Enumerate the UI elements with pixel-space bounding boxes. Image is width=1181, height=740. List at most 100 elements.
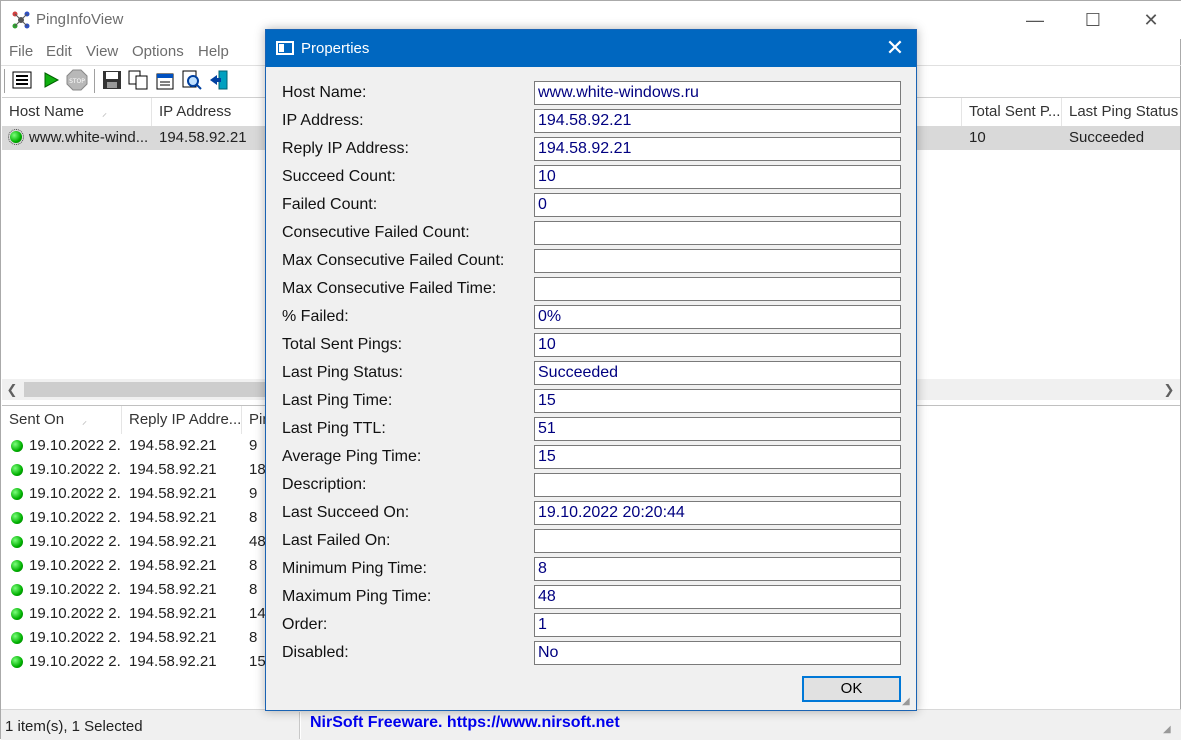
ok-button[interactable]: OK [802,676,901,702]
cell-reply-ip: 194.58.92.21 [129,461,217,478]
cell-sent-on: 19.10.2022 2... [29,485,122,502]
minimize-button[interactable]: — [1006,1,1064,39]
svg-text:STOP: STOP [69,78,85,85]
cell-total-sent: 10 [969,129,986,146]
field-last-succeed-on[interactable]: 19.10.2022 20:20:44 [534,501,901,525]
label-minimum-ping-time: Minimum Ping Time: [282,560,427,577]
maximize-button[interactable]: ☐ [1064,1,1122,39]
field-average-ping-time[interactable]: 15 [534,445,901,469]
field-failed-count[interactable]: 0 [534,193,901,217]
menu-options[interactable]: Options [132,43,184,60]
field-disabled[interactable]: No [534,641,901,665]
label-last-failed-on: Last Failed On: [282,532,391,549]
menu-edit[interactable]: Edit [46,43,72,60]
start-icon[interactable] [40,69,62,91]
cell-reply-ip: 194.58.92.21 [129,605,217,622]
nirsoft-link[interactable]: NirSoft Freeware. https://www.nirsoft.ne… [310,714,620,732]
field-reply-ip-address[interactable]: 194.58.92.21 [534,137,901,161]
label-description: Description: [282,476,367,493]
label-average-ping-time: Average Ping Time: [282,448,422,465]
field-last-ping-time[interactable]: 15 [534,389,901,413]
cell-ip-address: 194.58.92.21 [159,129,247,146]
label-max-consecutive-failed-count: Max Consecutive Failed Count: [282,252,505,269]
column-header-total-sent[interactable]: Total Sent P... [962,98,1062,126]
label-max-consecutive-failed-time: Max Consecutive Failed Time: [282,280,497,297]
cell-reply-ip: 194.58.92.21 [129,533,217,550]
status-items-count: 1 item(s), 1 Selected [5,718,143,735]
save-icon[interactable] [101,69,123,91]
label-failed-count: Failed Count: [282,196,378,213]
cell-sent-on: 19.10.2022 2... [29,629,122,646]
label-order: Order: [282,616,328,633]
label-last-succeed-on: Last Succeed On: [282,504,410,521]
field-last-ping-ttl[interactable]: 51 [534,417,901,441]
sort-icon: ⸝ [102,108,108,119]
label-last-ping-ttl: Last Ping TTL: [282,420,386,437]
scroll-left-icon[interactable]: ❮ [2,379,22,400]
cell-reply-ip: 194.58.92.21 [129,557,217,574]
cell-reply-ip: 194.58.92.21 [129,509,217,526]
label-consecutive-failed-count: Consecutive Failed Count: [282,224,470,241]
label-last-ping-time: Last Ping Time: [282,392,393,409]
cell-reply-ip: 194.58.92.21 [129,653,217,670]
cell-reply-ip: 194.58.92.21 [129,437,217,454]
field-percent-failed[interactable]: 0% [534,305,901,329]
stop-icon[interactable]: STOP [66,69,88,91]
dialog-title-bar[interactable]: Properties ✕ [266,30,916,67]
label-total-sent-pings: Total Sent Pings: [282,336,403,353]
field-host-name[interactable]: www.white-windows.ru [534,81,901,105]
label-host-name: Host Name: [282,84,367,101]
column-header-host-name[interactable]: Host Name ⸝ [2,98,152,126]
cell-sent-on: 19.10.2022 2... [29,557,122,574]
cell-reply-ip: 194.58.92.21 [129,581,217,598]
field-max-consecutive-failed-count[interactable] [534,249,901,273]
field-order[interactable]: 1 [534,613,901,637]
field-max-consecutive-failed-time[interactable] [534,277,901,301]
column-header-reply-ip[interactable]: Reply IP Addre... [122,406,242,434]
list-icon[interactable] [11,69,33,91]
cell-sent-on: 19.10.2022 2... [29,437,122,454]
resize-grip-icon[interactable]: ◢ [902,696,916,710]
close-icon[interactable]: ✕ [878,33,912,63]
field-description[interactable] [534,473,901,497]
label-succeed-count: Succeed Count: [282,168,396,185]
cell-sent-on: 19.10.2022 2... [29,533,122,550]
close-button[interactable]: ✕ [1122,1,1180,39]
resize-grip-icon[interactable]: ◢ [1163,724,1177,738]
field-minimum-ping-time[interactable]: 8 [534,557,901,581]
menu-file[interactable]: File [9,43,33,60]
menu-help[interactable]: Help [198,43,229,60]
cell-sent-on: 19.10.2022 2... [29,461,122,478]
find-icon[interactable] [181,69,203,91]
label-percent-failed: % Failed: [282,308,349,325]
cell-last-ping-status: Succeeded [1069,129,1145,146]
field-last-failed-on[interactable] [534,529,901,553]
toolbar-separator [94,69,96,93]
window-icon [276,41,294,55]
cell-sent-on: 19.10.2022 2... [29,653,122,670]
menu-view[interactable]: View [86,43,118,60]
cell-sent-on: 19.10.2022 2... [29,581,122,598]
field-last-ping-status[interactable]: Succeeded [534,361,901,385]
column-header-sent-on[interactable]: Sent On ⸝ [2,406,122,434]
field-consecutive-failed-count[interactable] [534,221,901,245]
label-reply-ip-address: Reply IP Address: [282,140,409,157]
app-icon [12,11,30,29]
column-header-last-ping-status[interactable]: Last Ping Status [1062,98,1180,126]
label-ip-address: IP Address: [282,112,364,129]
scroll-right-icon[interactable]: ❯ [1159,379,1179,400]
field-maximum-ping-time[interactable]: 48 [534,585,901,609]
properties-icon[interactable] [154,69,176,91]
field-total-sent-pings[interactable]: 10 [534,333,901,357]
sort-icon: ⸝ [82,416,88,427]
exit-icon[interactable] [208,69,230,91]
cell-host-name: www.white-wind... [29,129,149,146]
dialog-title: Properties [301,40,370,57]
field-succeed-count[interactable]: 10 [534,165,901,189]
status-ok-icon [8,129,24,145]
field-ip-address[interactable]: 194.58.92.21 [534,109,901,133]
column-header-ip-address[interactable]: IP Address [152,98,267,126]
properties-dialog: Properties ✕ Host Name: www.white-window… [265,29,917,711]
copy-icon[interactable] [127,69,149,91]
toolbar-separator [4,69,6,93]
